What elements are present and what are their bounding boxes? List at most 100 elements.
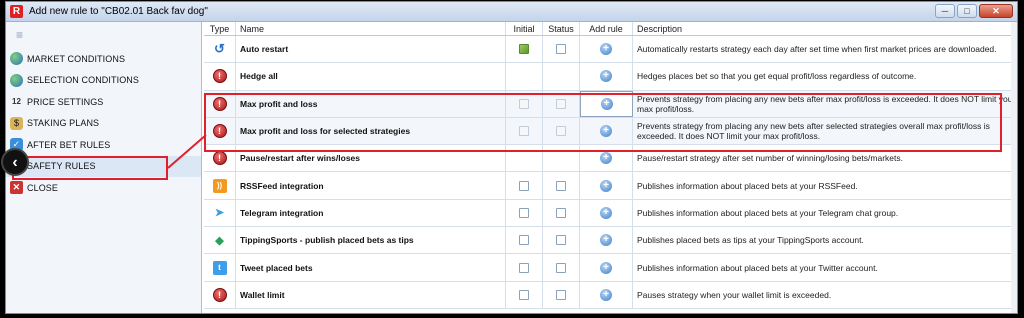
sidebar-item-after-bet-rules[interactable]: ✓ AFTER BET RULES — [6, 134, 201, 156]
restart-icon: ↺ — [214, 41, 225, 57]
globe-icon — [10, 52, 23, 66]
window-title: Add new rule to "CB02.01 Back fav dog" — [29, 6, 208, 17]
sidebar-item-label: STAKING PLANS — [27, 118, 100, 129]
column-header-initial[interactable]: Initial — [506, 22, 543, 35]
table-row[interactable]: t Tweet placed bets + Publishes informat… — [204, 254, 1017, 282]
sidebar-item-selection-conditions[interactable]: SELECTION CONDITIONS — [6, 70, 201, 92]
initial-checkbox[interactable] — [519, 289, 529, 300]
add-rule-cell: + — [580, 199, 633, 227]
type-cell: ! — [204, 63, 236, 90]
close-icon: ✕ — [10, 181, 23, 195]
status-cell — [543, 227, 580, 254]
rule-name: RSSFeed integration — [236, 172, 506, 199]
initial-checkbox[interactable] — [519, 98, 529, 109]
status-cell — [543, 63, 580, 90]
column-header-add-rule[interactable]: Add rule — [580, 22, 633, 35]
add-rule-icon[interactable]: + — [600, 206, 612, 219]
grid-body: ↺ Auto restart + Automatically restarts … — [204, 36, 1017, 309]
sidebar-item-price-settings[interactable]: 12 PRICE SETTINGS — [6, 91, 201, 113]
add-rule-icon[interactable]: + — [600, 288, 612, 301]
sidebar-item-close[interactable]: ✕ CLOSE — [6, 177, 201, 199]
status-checkbox[interactable] — [556, 98, 566, 109]
sidebar-item-label: AFTER BET RULES — [27, 139, 111, 150]
add-rule-cell: + — [580, 145, 633, 172]
initial-cell — [506, 199, 543, 227]
twitter-icon: t — [212, 260, 227, 275]
column-header-name[interactable]: Name — [236, 22, 506, 35]
rule-description: Publishes information about placed bets … — [637, 180, 858, 191]
type-cell: t — [204, 254, 236, 281]
type-cell: )) — [204, 172, 236, 199]
add-rule-icon[interactable]: + — [600, 70, 612, 83]
add-rule-cell: + — [580, 172, 633, 199]
table-row[interactable]: ◆ TippingSports - publish placed bets as… — [204, 227, 1017, 255]
status-checkbox[interactable] — [556, 44, 566, 55]
status-checkbox[interactable] — [556, 207, 566, 218]
rule-name: Auto restart — [236, 36, 506, 63]
status-checkbox[interactable] — [556, 235, 566, 246]
initial-checkbox[interactable] — [519, 235, 529, 246]
add-rule-icon[interactable]: + — [600, 43, 612, 56]
sidebar-item-market-conditions[interactable]: MARKET CONDITIONS — [6, 48, 201, 70]
type-cell: ➤ — [204, 199, 236, 227]
initial-checkbox[interactable] — [519, 126, 529, 137]
table-row[interactable]: ↺ Auto restart + Automatically restarts … — [204, 36, 1017, 64]
add-rule-icon[interactable]: + — [600, 125, 612, 138]
column-header-description[interactable]: Description — [633, 22, 1017, 35]
numbers-icon: 12 — [11, 97, 22, 107]
add-rule-icon[interactable]: + — [600, 179, 612, 192]
table-row[interactable]: ! Pause/restart after wins/loses + Pause… — [204, 145, 1017, 173]
table-row[interactable]: ! Hedge all + Hedges places bet so that … — [204, 63, 1017, 91]
close-window-button[interactable]: ✕ — [979, 4, 1013, 18]
status-checkbox[interactable] — [556, 262, 566, 273]
title-bar[interactable]: R Add new rule to "CB02.01 Back fav dog"… — [6, 2, 1017, 22]
initial-checkbox[interactable] — [519, 180, 529, 191]
sidebar-item-label: SELECTION CONDITIONS — [27, 75, 140, 86]
status-cell — [543, 117, 580, 145]
type-cell: ! — [204, 117, 236, 145]
rule-description: Pauses strategy when your wallet limit i… — [637, 289, 832, 300]
sidebar-item-label: CLOSE — [27, 182, 59, 193]
initial-cell — [506, 90, 543, 117]
status-cell — [543, 254, 580, 281]
add-rule-icon[interactable]: + — [600, 152, 612, 165]
table-row[interactable]: )) RSSFeed integration + Publishes infor… — [204, 172, 1017, 200]
maximize-button[interactable]: □ — [957, 4, 977, 18]
column-header-type[interactable]: Type — [204, 22, 236, 35]
table-row[interactable]: ! Max profit and loss + Prevents strateg… — [204, 90, 1017, 118]
column-header-status[interactable]: Status — [543, 22, 580, 35]
table-row[interactable]: ! Max profit and loss for selected strat… — [204, 117, 1017, 146]
rule-description: Publishes placed bets as tips at your Ti… — [637, 235, 864, 246]
add-rule-cell: + — [580, 36, 633, 63]
rule-description: Publishes information about placed bets … — [637, 262, 878, 273]
sidebar-item-staking-plans[interactable]: $ STAKING PLANS — [6, 113, 201, 135]
safety-icon: ! — [212, 287, 227, 302]
initial-checkbox[interactable] — [519, 44, 529, 55]
initial-cell — [506, 281, 543, 308]
back-arrow-icon[interactable]: ‹ — [1, 148, 29, 176]
initial-checkbox[interactable] — [519, 207, 529, 218]
status-cell — [543, 199, 580, 227]
add-rule-icon[interactable]: + — [600, 234, 612, 247]
status-checkbox[interactable] — [556, 126, 566, 137]
initial-checkbox[interactable] — [519, 262, 529, 273]
add-rule-cell: + — [580, 117, 633, 145]
type-cell: ! — [204, 90, 236, 117]
add-rule-icon[interactable]: + — [600, 97, 613, 110]
status-checkbox[interactable] — [556, 289, 566, 300]
rule-description: Publishes information about placed bets … — [637, 207, 899, 218]
telegram-icon: ➤ — [212, 205, 227, 220]
status-checkbox[interactable] — [556, 180, 566, 191]
table-row[interactable]: ➤ Telegram integration + Publishes infor… — [204, 199, 1017, 228]
tipping-icon: ◆ — [215, 234, 224, 247]
table-row[interactable]: ! Wallet limit + Pauses strategy when yo… — [204, 281, 1017, 309]
initial-cell — [506, 36, 543, 63]
menu-handle-icon[interactable]: ≡ — [6, 22, 201, 48]
vertical-scrollbar[interactable] — [1011, 22, 1017, 313]
minimize-button[interactable]: ─ — [935, 4, 955, 18]
rule-name: Pause/restart after wins/loses — [236, 145, 506, 172]
rule-description: Prevents strategy from placing any new b… — [637, 93, 1016, 114]
add-rule-icon[interactable]: + — [600, 261, 612, 274]
initial-cell — [506, 145, 543, 172]
initial-cell — [506, 63, 543, 90]
